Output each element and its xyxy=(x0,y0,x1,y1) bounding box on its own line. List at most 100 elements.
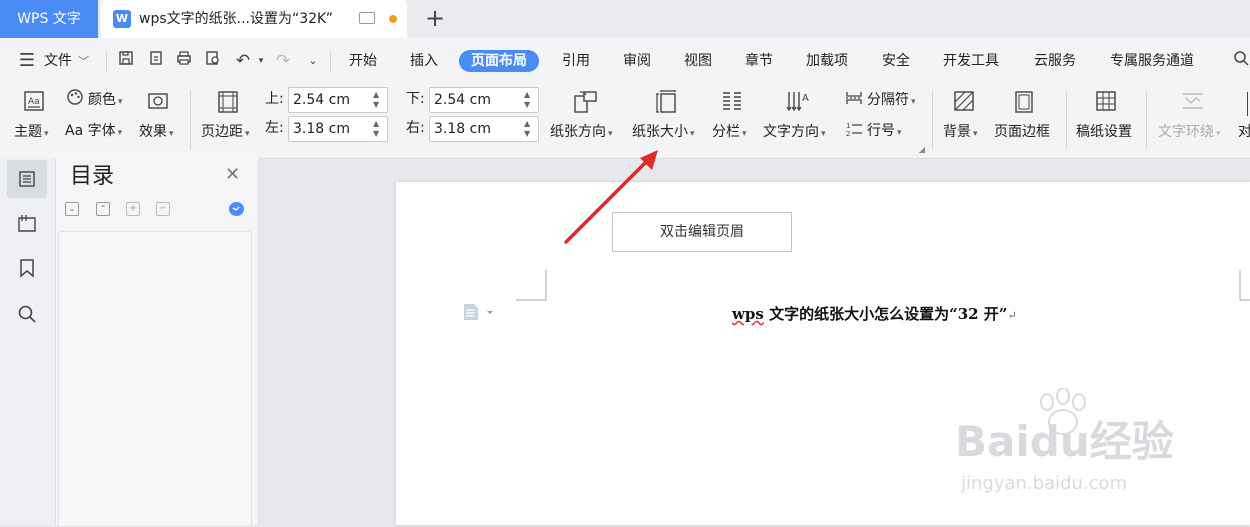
hamburger-menu-icon[interactable]: ☰ xyxy=(16,50,38,72)
line-numbers-button[interactable]: 行号 ▾ xyxy=(867,121,902,143)
page-border-button[interactable]: 页面边框 xyxy=(994,122,1050,142)
divider xyxy=(1066,90,1067,150)
line-numbers-icon: 12 xyxy=(845,120,863,147)
dropdown-caret-icon: ▾ xyxy=(911,97,916,107)
outline-view-button[interactable] xyxy=(7,160,47,198)
line-numbers-label: 行号 xyxy=(867,123,895,139)
effects-label: 效果 xyxy=(139,124,167,140)
tab-page-layout[interactable]: 页面布局 xyxy=(459,50,539,72)
margins-button[interactable]: 页边距 ▾ xyxy=(201,122,250,144)
top-margin-label: 上: xyxy=(265,91,284,107)
baidu-watermark: Baidu经验 jingyan.baidu.com xyxy=(955,388,1185,498)
dropdown-caret-icon: ▾ xyxy=(117,128,123,138)
paper-size-button[interactable]: 纸张大小 ▾ xyxy=(632,122,695,144)
spin-down-icon[interactable]: ▼ xyxy=(524,100,534,110)
print-icon[interactable] xyxy=(173,50,195,72)
font-label: 字体 xyxy=(87,123,116,139)
chapter-nav-icon[interactable] xyxy=(17,213,37,237)
undo-dropdown-icon[interactable]: ▾ xyxy=(250,50,272,72)
tab-start[interactable]: 开始 xyxy=(349,50,377,72)
new-tab-button[interactable]: + xyxy=(423,4,447,32)
color-label: 颜色 xyxy=(88,92,116,108)
bottom-margin-field[interactable]: 2.54 cm ▲ ▼ xyxy=(429,87,539,113)
smart-toc-icon[interactable] xyxy=(229,202,244,216)
dropdown-caret-icon: ▾ xyxy=(1216,129,1221,139)
theme-button[interactable]: 主题 ▾ xyxy=(14,122,49,144)
spin-down-icon[interactable]: ▼ xyxy=(524,129,534,139)
spin-down-icon[interactable]: ▼ xyxy=(373,100,383,110)
background-button[interactable]: 背景 ▾ xyxy=(943,122,978,144)
right-margin-field[interactable]: 3.18 cm ▲ ▼ xyxy=(429,116,539,142)
svg-text:2: 2 xyxy=(846,130,850,138)
left-margin-field[interactable]: 3.18 cm ▲ ▼ xyxy=(288,116,388,142)
tab-view[interactable]: 视图 xyxy=(684,50,712,72)
file-menu[interactable]: 文件 ﹀ xyxy=(44,50,89,72)
spin-up-icon[interactable]: ▲ xyxy=(524,90,534,100)
spin-up-icon[interactable]: ▲ xyxy=(373,90,383,100)
document-heading[interactable]: wps 文字的纸张大小怎么设置为“32 开”↵ xyxy=(732,303,1017,324)
toc-title: 目录 xyxy=(70,164,115,189)
text-wrap-button[interactable]: 文字环绕 ▾ xyxy=(1158,122,1221,144)
page-setup-launcher-icon[interactable]: ◢ xyxy=(918,146,926,154)
divider xyxy=(106,50,107,72)
align-button[interactable]: 对 xyxy=(1238,122,1250,142)
remove-level-icon[interactable]: − xyxy=(156,202,170,216)
expand-up-icon[interactable]: ⌃ xyxy=(96,202,110,216)
paper-size-icon xyxy=(654,90,678,121)
app-home-tab[interactable]: WPS 文字 xyxy=(0,0,98,38)
save-icon[interactable] xyxy=(115,50,137,72)
orientation-button[interactable]: 纸张方向 ▾ xyxy=(550,122,613,144)
columns-icon xyxy=(720,90,744,119)
spin-up-icon[interactable]: ▲ xyxy=(524,119,534,129)
dropdown-caret-icon: ▾ xyxy=(169,129,174,139)
manuscript-settings-button[interactable]: 稿纸设置 xyxy=(1076,122,1132,142)
dropdown-caret-icon: ▾ xyxy=(742,129,747,139)
add-level-icon[interactable]: + xyxy=(126,202,140,216)
outline-icon xyxy=(19,171,35,187)
columns-button[interactable]: 分栏 ▾ xyxy=(712,122,747,144)
document-tab[interactable]: W wps文字的纸张...设置为“32K” xyxy=(101,0,407,38)
tab-insert[interactable]: 插入 xyxy=(410,50,438,72)
tab-cloud-service[interactable]: 云服务 xyxy=(1034,50,1076,72)
spin-down-icon[interactable]: ▼ xyxy=(373,129,383,139)
export-pdf-icon[interactable] xyxy=(145,50,167,72)
page-border-icon xyxy=(1012,90,1036,121)
redo-icon[interactable]: ↷ xyxy=(272,50,294,72)
bookmark-icon[interactable] xyxy=(18,258,36,282)
right-margin-value: 3.18 cm xyxy=(434,121,491,137)
find-icon[interactable] xyxy=(17,304,37,328)
close-icon[interactable]: ✕ xyxy=(225,166,240,184)
tab-review[interactable]: 审阅 xyxy=(623,50,651,72)
font-theme-button[interactable]: Aa 字体 ▾ xyxy=(65,121,122,143)
effects-button[interactable]: 效果 ▾ xyxy=(139,122,174,144)
left-margin-label: 左: xyxy=(265,120,284,136)
color-button[interactable]: 颜色 ▾ xyxy=(88,90,123,112)
tab-developer[interactable]: 开发工具 xyxy=(943,50,999,72)
print-preview-icon[interactable] xyxy=(202,50,224,72)
monitor-icon[interactable] xyxy=(359,12,375,24)
breaks-icon xyxy=(845,89,863,116)
heading-text: 文字的纸张大小怎么设置为“32 开” xyxy=(763,305,1008,323)
unsaved-dot-icon xyxy=(389,15,397,23)
customize-toolbar-icon[interactable]: ⌄ xyxy=(302,50,324,72)
margin-corner-mark xyxy=(516,270,547,301)
tab-references[interactable]: 引用 xyxy=(562,50,590,72)
breaks-label: 分隔符 xyxy=(867,92,909,108)
top-margin-field[interactable]: 2.54 cm ▲ ▼ xyxy=(288,87,388,113)
font-aa-icon: Aa xyxy=(65,123,84,139)
spin-up-icon[interactable]: ▲ xyxy=(373,119,383,129)
tab-security[interactable]: 安全 xyxy=(882,50,910,72)
dropdown-caret-icon: ▾ xyxy=(245,129,250,139)
tab-chapter[interactable]: 章节 xyxy=(745,50,773,72)
collapse-all-icon[interactable]: ⌄ xyxy=(65,202,79,216)
text-direction-button[interactable]: 文字方向 ▾ xyxy=(763,122,826,144)
tab-addins[interactable]: 加载项 xyxy=(806,50,848,72)
bottom-margin-label: 下: xyxy=(406,91,425,107)
dropdown-caret-icon: ▾ xyxy=(608,129,613,139)
palette-icon xyxy=(64,88,86,113)
annotation-arrow xyxy=(564,150,658,244)
search-icon[interactable] xyxy=(1230,50,1250,72)
paragraph-format-icon[interactable] xyxy=(462,303,496,325)
tab-exclusive-service[interactable]: 专属服务通道 xyxy=(1110,50,1194,72)
breaks-button[interactable]: 分隔符 ▾ xyxy=(867,90,916,112)
